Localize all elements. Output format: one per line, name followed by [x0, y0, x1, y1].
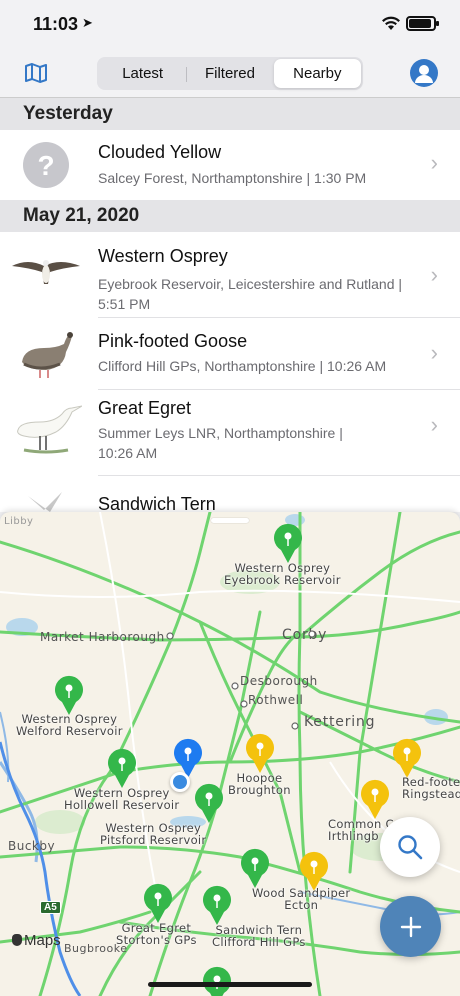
row-title: Great Egret [98, 398, 192, 418]
row-subtitle: Summer Leys LNR, Northamptonshire | 10:2… [98, 425, 343, 461]
sightings-map[interactable]: Libby Market Harborough Corby Desborough… [0, 512, 460, 996]
unknown-species-icon: ? [23, 142, 69, 188]
apple-logo-icon [12, 934, 22, 946]
section-header-may21: May 21, 2020 [0, 200, 460, 232]
list-item[interactable]: Sandwich Tern [0, 476, 460, 512]
osprey-image [12, 260, 80, 284]
list-item[interactable]: Western Osprey Eyebrook Reservoir, Leice… [0, 232, 460, 318]
row-title: Pink-footed Goose [98, 331, 248, 351]
search-icon [398, 835, 423, 860]
status-bar: 11:03 ➤ [0, 0, 460, 50]
status-time: 11:03 [33, 14, 79, 34]
maps-attribution[interactable]: Maps [12, 932, 61, 949]
feed-segmented-control: Latest Filtered Nearby [97, 57, 363, 90]
row-title: Clouded Yellow [98, 142, 222, 162]
segment-filtered[interactable]: Filtered [186, 59, 273, 88]
attribution-text: Maps [24, 932, 61, 949]
section-header-yesterday: Yesterday [0, 98, 460, 130]
chevron-right-icon: › [430, 262, 438, 287]
map-icon[interactable] [24, 62, 48, 84]
location-arrow-icon: ➤ [82, 15, 93, 30]
chevron-right-icon: › [430, 412, 438, 437]
plus-icon [400, 916, 421, 937]
search-button[interactable] [380, 817, 440, 877]
row-subtitle: Clifford Hill GPs, Northamptonshire | 10… [98, 358, 387, 374]
home-indicator[interactable] [148, 982, 312, 987]
svg-text:?: ? [37, 150, 54, 181]
add-sighting-button[interactable] [380, 896, 441, 957]
battery-icon [406, 16, 439, 31]
list-item[interactable]: ? Clouded Yellow Salcey Forest, Northamp… [0, 130, 460, 200]
segment-latest[interactable]: Latest [99, 59, 186, 88]
list-item[interactable]: Great Egret Summer Leys LNR, Northampton… [0, 390, 460, 476]
row-title: Sandwich Tern [98, 494, 216, 512]
sightings-list: Yesterday ? Clouded Yellow Salcey Forest… [0, 98, 460, 512]
chevron-right-icon: › [430, 150, 438, 175]
row-title: Western Osprey [98, 246, 228, 266]
egret-image [17, 405, 82, 454]
chevron-right-icon: › [430, 340, 438, 365]
goose-image [22, 332, 73, 378]
profile-avatar-icon[interactable] [410, 59, 438, 87]
row-subtitle: Eyebrook Reservoir, Leicestershire and R… [98, 276, 403, 312]
tern-image [28, 492, 62, 512]
list-item[interactable]: Pink-footed Goose Clifford Hill GPs, Nor… [0, 318, 460, 390]
toolbar: Latest Filtered Nearby [0, 50, 460, 98]
row-subtitle: Salcey Forest, Northamptonshire | 1:30 P… [98, 170, 367, 186]
segment-nearby[interactable]: Nearby [273, 59, 361, 88]
wifi-icon [382, 16, 400, 30]
